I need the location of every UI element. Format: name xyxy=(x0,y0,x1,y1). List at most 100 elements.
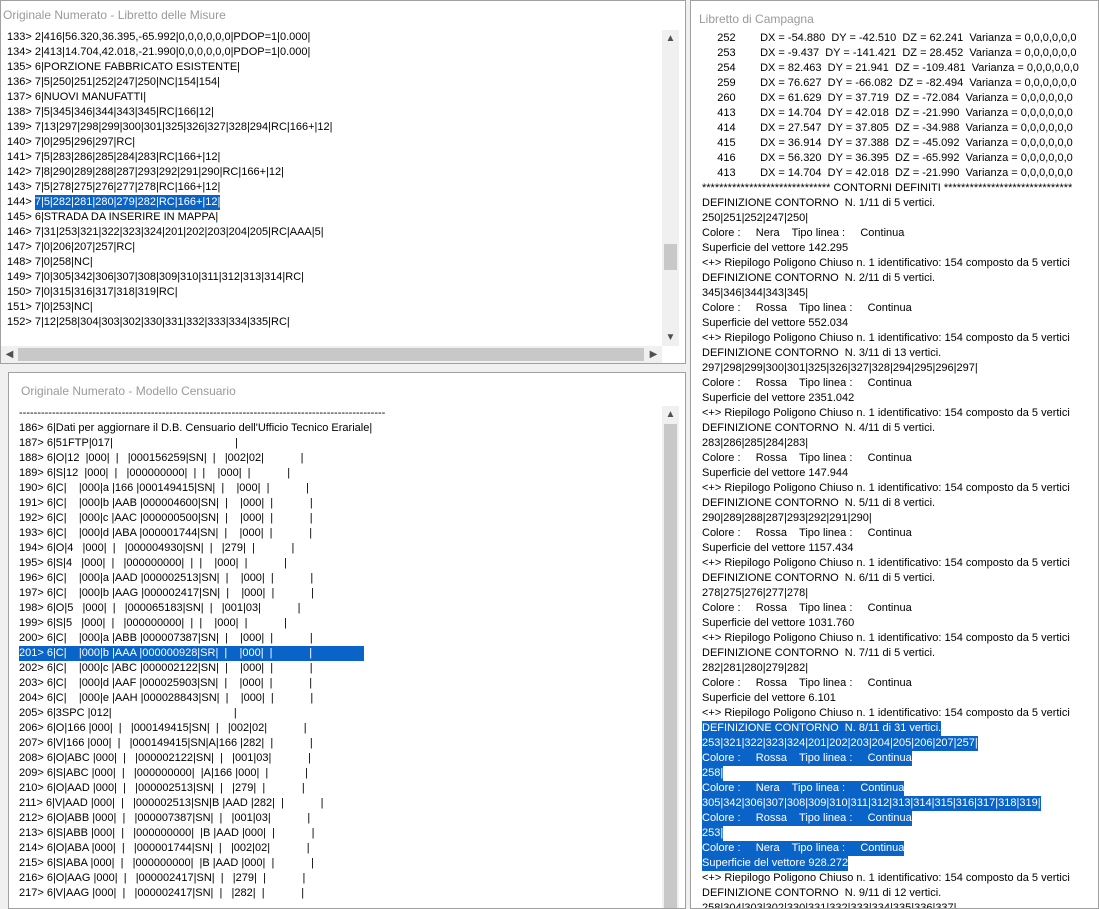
campagna-row[interactable]: 254 DX = 82.463 DY = 21.941 DZ = -109.48… xyxy=(700,61,1098,76)
campagna-row[interactable]: DEFINIZIONE CONTORNO N. 3/11 di 13 verti… xyxy=(700,346,1098,361)
campagna-row[interactable]: 252 DX = -54.880 DY = -42.510 DZ = 62.24… xyxy=(700,31,1098,46)
campagna-row[interactable]: Superficie del vettore 2351.042 xyxy=(700,391,1098,406)
misure-row[interactable]: 151> 7|0|253|NC| xyxy=(5,300,662,315)
scroll-left-icon[interactable]: ◀ xyxy=(1,346,18,363)
censuario-row[interactable]: 191> 6|C| |000|b |AAB |000004600|SN| | |… xyxy=(17,496,662,511)
censuario-row[interactable]: 217> 6|V|AAG |000| | |000002417|SN| | |2… xyxy=(17,886,662,901)
campagna-row[interactable]: Colore : Rossa Tipo linea : Continua xyxy=(700,376,1098,391)
censuario-row[interactable]: 208> 6|O|ABC |000| | |000002122|SN| | |0… xyxy=(17,751,662,766)
misure-row[interactable]: 144> 7|5|282|281|280|279|282|RC|166+|12| xyxy=(5,195,662,210)
scroll-right-icon[interactable]: ▶ xyxy=(645,346,662,363)
censuario-row[interactable]: 210> 6|O|AAD |000| | |000002513|SN| | |2… xyxy=(17,781,662,796)
misure-hscroll[interactable]: ◀ ▶ xyxy=(1,346,662,363)
campagna-row[interactable]: <+> Riepilogo Poligono Chiuso n. 1 ident… xyxy=(700,256,1098,271)
campagna-row[interactable]: Superficie del vettore 928.272 xyxy=(700,856,1098,871)
misure-row[interactable]: 138> 7|5|345|346|344|343|345|RC|166|12| xyxy=(5,105,662,120)
campagna-row[interactable]: Colore : Nera Tipo linea : Continua xyxy=(700,841,1098,856)
campagna-row[interactable]: 282|281|280|279|282| xyxy=(700,661,1098,676)
campagna-row[interactable]: DEFINIZIONE CONTORNO N. 6/11 di 5 vertic… xyxy=(700,571,1098,586)
censuario-list[interactable]: ----------------------------------------… xyxy=(17,406,662,908)
campagna-row[interactable]: Colore : Rossa Tipo linea : Continua xyxy=(700,526,1098,541)
campagna-row[interactable]: DEFINIZIONE CONTORNO N. 9/11 di 12 verti… xyxy=(700,886,1098,901)
censuario-row[interactable]: 214> 6|O|ABA |000| | |000001744|SN| | |0… xyxy=(17,841,662,856)
campagna-row[interactable]: 415 DX = 36.914 DY = 37.388 DZ = -45.092… xyxy=(700,136,1098,151)
scroll-up-icon[interactable]: ▲ xyxy=(662,406,679,423)
censuario-row[interactable]: 209> 6|S|ABC |000| | |000000000| |A|166 … xyxy=(17,766,662,781)
misure-row[interactable]: 135> 6|PORZIONE FABBRICATO ESISTENTE| xyxy=(5,60,662,75)
campagna-row[interactable]: 260 DX = 61.629 DY = 37.719 DZ = -72.084… xyxy=(700,91,1098,106)
censuario-row[interactable]: 193> 6|C| |000|d |ABA |000001744|SN| | |… xyxy=(17,526,662,541)
campagna-row[interactable]: DEFINIZIONE CONTORNO N. 4/11 di 5 vertic… xyxy=(700,421,1098,436)
campagna-row[interactable]: <+> Riepilogo Poligono Chiuso n. 1 ident… xyxy=(700,331,1098,346)
campagna-row[interactable]: Colore : Rossa Tipo linea : Continua xyxy=(700,676,1098,691)
censuario-row[interactable]: 216> 6|O|AAG |000| | |000002417|SN| | |2… xyxy=(17,871,662,886)
campagna-row[interactable]: DEFINIZIONE CONTORNO N. 5/11 di 8 vertic… xyxy=(700,496,1098,511)
censuario-row[interactable]: 211> 6|V|AAD |000| | |000002513|SN|B |AA… xyxy=(17,796,662,811)
campagna-row[interactable]: <+> Riepilogo Poligono Chiuso n. 1 ident… xyxy=(700,631,1098,646)
censuario-row[interactable]: 190> 6|C| |000|a |166 |000149415|SN| | |… xyxy=(17,481,662,496)
censuario-row[interactable]: 201> 6|C| |000|b |AAA |000000928|SR| | |… xyxy=(17,646,662,661)
misure-row[interactable]: 149> 7|0|305|342|306|307|308|309|310|311… xyxy=(5,270,662,285)
misure-row[interactable]: 142> 7|8|290|289|288|287|293|292|291|290… xyxy=(5,165,662,180)
campagna-row[interactable]: Colore : Nera Tipo linea : Continua xyxy=(700,781,1098,796)
campagna-row[interactable]: Colore : Rossa Tipo linea : Continua xyxy=(700,301,1098,316)
campagna-row[interactable]: <+> Riepilogo Poligono Chiuso n. 1 ident… xyxy=(700,481,1098,496)
censuario-row[interactable]: 198> 6|O|5 |000| | |000065183|SN| | |001… xyxy=(17,601,662,616)
censuario-vscroll-thumb[interactable] xyxy=(664,424,677,908)
campagna-row[interactable]: Colore : Rossa Tipo linea : Continua xyxy=(700,451,1098,466)
campagna-row[interactable]: DEFINIZIONE CONTORNO N. 2/11 di 5 vertic… xyxy=(700,271,1098,286)
campagna-row[interactable]: <+> Riepilogo Poligono Chiuso n. 1 ident… xyxy=(700,556,1098,571)
censuario-row[interactable]: 189> 6|S|12 |000| | |000000000| | | |000… xyxy=(17,466,662,481)
misure-row[interactable]: 136> 7|5|250|251|252|247|250|NC|154|154| xyxy=(5,75,662,90)
censuario-row[interactable]: 192> 6|C| |000|c |AAC |000000500|SN| | |… xyxy=(17,511,662,526)
censuario-row[interactable]: 194> 6|O|4 |000| | |000004930|SN| | |279… xyxy=(17,541,662,556)
campagna-row[interactable]: <+> Riepilogo Poligono Chiuso n. 1 ident… xyxy=(700,871,1098,886)
censuario-row[interactable]: 195> 6|S|4 |000| | |000000000| | | |000|… xyxy=(17,556,662,571)
campagna-row[interactable]: 258|304|303|302|330|331|332|333|334|335|… xyxy=(700,901,1098,908)
scroll-up-icon[interactable]: ▲ xyxy=(662,30,679,47)
misure-row[interactable]: 145> 6|STRADA DA INSERIRE IN MAPPA| xyxy=(5,210,662,225)
misure-vscroll-thumb[interactable] xyxy=(664,244,677,270)
misure-row[interactable]: 147> 7|0|206|207|257|RC| xyxy=(5,240,662,255)
campagna-row[interactable]: 290|289|288|287|293|292|291|290| xyxy=(700,511,1098,526)
campagna-row[interactable]: Superficie del vettore 552.034 xyxy=(700,316,1098,331)
censuario-vscroll[interactable]: ▲ xyxy=(662,406,679,908)
misure-row[interactable]: 146> 7|31|253|321|322|323|324|201|202|20… xyxy=(5,225,662,240)
campagna-row[interactable]: DEFINIZIONE CONTORNO N. 7/11 di 5 vertic… xyxy=(700,646,1098,661)
campagna-row[interactable]: Colore : Rossa Tipo linea : Continua xyxy=(700,751,1098,766)
censuario-row[interactable]: 197> 6|C| |000|b |AAG |000002417|SN| | |… xyxy=(17,586,662,601)
campagna-row[interactable]: 253|321|322|323|324|201|202|203|204|205|… xyxy=(700,736,1098,751)
misure-row[interactable]: 141> 7|5|283|286|285|284|283|RC|166+|12| xyxy=(5,150,662,165)
censuario-row[interactable]: 213> 6|S|ABB |000| | |000000000| |B |AAD… xyxy=(17,826,662,841)
censuario-row[interactable]: 204> 6|C| |000|e |AAH |000028843|SN| | |… xyxy=(17,691,662,706)
censuario-row[interactable]: ----------------------------------------… xyxy=(17,406,662,421)
campagna-row[interactable]: 278|275|276|277|278| xyxy=(700,586,1098,601)
campagna-row[interactable]: Colore : Nera Tipo linea : Continua xyxy=(700,226,1098,241)
campagna-row[interactable]: <+> Riepilogo Poligono Chiuso n. 1 ident… xyxy=(700,406,1098,421)
misure-row[interactable]: 150> 7|0|315|316|317|318|319|RC| xyxy=(5,285,662,300)
misure-row[interactable]: 140> 7|0|295|296|297|RC| xyxy=(5,135,662,150)
campagna-row[interactable]: 414 DX = 27.547 DY = 37.805 DZ = -34.988… xyxy=(700,121,1098,136)
campagna-row[interactable]: Superficie del vettore 1031.760 xyxy=(700,616,1098,631)
censuario-row[interactable]: 207> 6|V|166 |000| | |000149415|SN|A|166… xyxy=(17,736,662,751)
misure-vscroll[interactable]: ▲ ▼ xyxy=(662,30,679,346)
misure-row[interactable]: 143> 7|5|278|275|276|277|278|RC|166+|12| xyxy=(5,180,662,195)
campagna-row[interactable]: 283|286|285|284|283| xyxy=(700,436,1098,451)
campagna-row[interactable]: 259 DX = 76.627 DY = -66.082 DZ = -82.49… xyxy=(700,76,1098,91)
campagna-row[interactable]: DEFINIZIONE CONTORNO N. 8/11 di 31 verti… xyxy=(700,721,1098,736)
campagna-row[interactable]: 253| xyxy=(700,826,1098,841)
misure-row[interactable]: 148> 7|0|258|NC| xyxy=(5,255,662,270)
censuario-row[interactable]: 206> 6|O|166 |000| | |000149415|SN| | |0… xyxy=(17,721,662,736)
campagna-row[interactable]: 413 DX = 14.704 DY = 42.018 DZ = -21.990… xyxy=(700,166,1098,181)
campagna-row[interactable]: Superficie del vettore 1157.434 xyxy=(700,541,1098,556)
campagna-row[interactable]: Superficie del vettore 142.295 xyxy=(700,241,1098,256)
misure-list[interactable]: 133> 2|416|56.320,36.395,-65.992|0,0,0,0… xyxy=(5,30,662,346)
campagna-row[interactable]: Superficie del vettore 6.101 xyxy=(700,691,1098,706)
censuario-row[interactable]: 212> 6|O|ABB |000| | |000007387|SN| | |0… xyxy=(17,811,662,826)
campagna-row[interactable]: Colore : Rossa Tipo linea : Continua xyxy=(700,811,1098,826)
scroll-down-icon[interactable]: ▼ xyxy=(662,329,679,346)
campagna-row[interactable]: 258| xyxy=(700,766,1098,781)
misure-row[interactable]: 152> 7|12|258|304|303|302|330|331|332|33… xyxy=(5,315,662,330)
misure-row[interactable]: 137> 6|NUOVI MANUFATTI| xyxy=(5,90,662,105)
misure-row[interactable]: 139> 7|13|297|298|299|300|301|325|326|32… xyxy=(5,120,662,135)
